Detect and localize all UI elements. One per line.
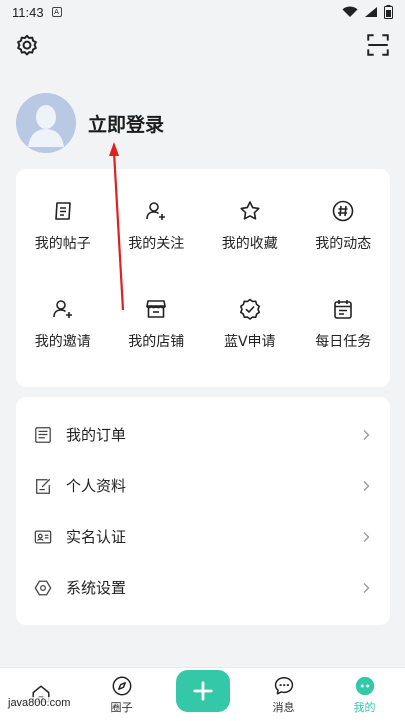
status-icons (342, 5, 393, 19)
order-icon (35, 426, 51, 443)
login-button[interactable]: 立即登录 (88, 110, 164, 137)
top-bar (0, 28, 405, 60)
chevron-right-icon (363, 480, 370, 491)
grid-item-label: 我的邀请 (34, 334, 91, 350)
tab-circle[interactable]: 圈子 (81, 675, 162, 715)
tab-label: 圈子 (110, 700, 133, 714)
mine-face-icon (355, 676, 374, 695)
avatar[interactable] (16, 93, 76, 153)
verified-badge-icon (239, 298, 260, 320)
chevron-right-icon (363, 531, 370, 542)
status-time: 11:43 (12, 4, 44, 20)
list-item-orders[interactable]: 我的订单 (16, 409, 390, 460)
status-bar: 11:43 A (0, 0, 405, 24)
list-item-label: 个人资料 (66, 477, 127, 495)
store-icon (146, 300, 167, 318)
plus-icon (192, 680, 213, 701)
publish-button[interactable] (175, 669, 230, 712)
tab-label: 我的 (353, 700, 376, 714)
list-item-system-settings[interactable]: 系统设置 (16, 562, 390, 613)
message-icon (274, 676, 293, 695)
chevron-right-icon (363, 582, 370, 593)
grid-item-daily-tasks[interactable]: 每日任务 (297, 297, 391, 395)
bottom-tab-bar: 圈子 消息 我的 (0, 667, 405, 721)
tab-mine[interactable]: 我的 (324, 675, 405, 715)
compass-icon (112, 676, 131, 695)
list-item-verification[interactable]: 实名认证 (16, 511, 390, 562)
list-item-label: 我的订单 (66, 426, 127, 444)
follow-icon (146, 202, 166, 220)
gear-icon[interactable] (14, 32, 40, 58)
id-card-icon (34, 530, 52, 543)
list-item-profile[interactable]: 个人资料 (16, 460, 390, 511)
hashtag-icon (332, 200, 354, 222)
star-icon (240, 201, 260, 220)
grid-item-posts[interactable]: 我的帖子 (16, 199, 110, 297)
profile-header[interactable]: 立即登录 (16, 93, 164, 153)
grid-item-label: 我的收藏 (221, 236, 278, 252)
profile-edit-icon (36, 478, 51, 494)
settings-list-card: 我的订单 个人资料 实名认证 系统设置 (16, 397, 390, 625)
grid-item-activity[interactable]: 我的动态 (297, 199, 391, 297)
grid-item-favorites[interactable]: 我的收藏 (203, 199, 297, 297)
tab-messages[interactable]: 消息 (243, 675, 324, 715)
tab-publish[interactable] (162, 669, 243, 712)
signal-icon (365, 7, 377, 17)
default-avatar-icon (16, 93, 76, 153)
grid-item-label: 我的关注 (128, 236, 185, 252)
scan-icon[interactable] (365, 32, 391, 58)
notification-icon: A (51, 7, 62, 17)
battery-icon (384, 5, 393, 19)
calendar-icon (334, 300, 353, 319)
tab-label: 消息 (272, 700, 295, 714)
grid-item-follows[interactable]: 我的关注 (110, 199, 204, 297)
grid-item-store[interactable]: 我的店铺 (110, 297, 204, 395)
wifi-icon (342, 6, 358, 17)
chevron-right-icon (363, 429, 370, 440)
hexagon-settings-icon (34, 580, 52, 595)
grid-item-label: 蓝V申请 (223, 334, 276, 350)
post-icon (54, 202, 71, 220)
grid-item-label: 我的店铺 (128, 334, 185, 350)
grid-item-label: 我的帖子 (34, 236, 91, 252)
feature-grid-card: 我的帖子 我的关注 我的收藏 我的动态 我的邀请 我的店铺 蓝V申请 每日任务 (16, 169, 390, 387)
invite-icon (52, 300, 72, 318)
grid-item-label: 每日任务 (315, 334, 372, 350)
grid-item-label: 我的动态 (315, 236, 372, 252)
grid-item-invites[interactable]: 我的邀请 (16, 297, 110, 395)
list-item-label: 系统设置 (66, 579, 127, 597)
grid-item-blue-v[interactable]: 蓝V申请 (203, 297, 297, 395)
list-item-label: 实名认证 (66, 528, 127, 546)
watermark: java800.com (8, 697, 71, 709)
